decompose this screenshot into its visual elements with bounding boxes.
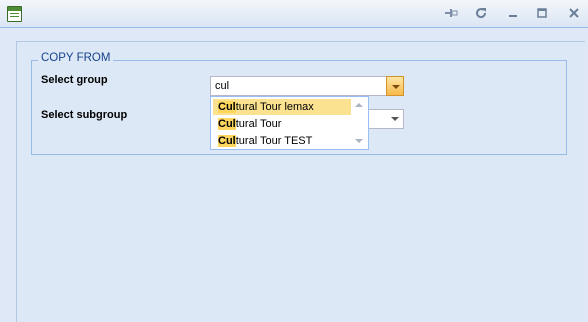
select-group-trigger[interactable] — [386, 76, 404, 96]
scroll-down-icon[interactable] — [355, 139, 363, 143]
option-rest-text: tural Tour lemax — [235, 101, 314, 113]
dropdown-option[interactable]: Cultural Tour — [213, 116, 351, 132]
scroll-up-icon[interactable] — [355, 103, 363, 107]
dropdown-option[interactable]: Cultural Tour lemax — [213, 99, 351, 115]
select-group-combo[interactable] — [210, 76, 404, 96]
chevron-down-icon — [392, 85, 400, 89]
pin-icon[interactable] — [443, 5, 459, 21]
option-rest-text: tural Tour TEST — [235, 135, 313, 147]
minimize-icon[interactable] — [505, 5, 521, 21]
maximize-icon[interactable] — [534, 5, 550, 21]
chevron-down-icon — [391, 117, 399, 121]
select-group-input[interactable] — [211, 77, 379, 95]
dropdown-option[interactable]: Cultural Tour TEST — [213, 133, 351, 149]
option-match-text: Cul — [218, 135, 236, 147]
fieldset-legend: COPY FROM — [38, 52, 114, 64]
close-icon[interactable] — [566, 5, 582, 21]
select-subgroup-trigger[interactable] — [386, 109, 404, 129]
option-match-text: Cul — [218, 118, 236, 130]
window-titlebar — [0, 0, 588, 28]
group-dropdown-list: Cultural Tour lemax Cultural Tour Cultur… — [210, 96, 369, 150]
select-group-label: Select group — [41, 74, 108, 86]
window-body: COPY FROM — [0, 28, 588, 322]
app-form-icon — [7, 6, 22, 22]
refresh-icon[interactable] — [473, 5, 489, 21]
select-subgroup-label: Select subgroup — [41, 109, 128, 121]
dropdown-scrollbar[interactable] — [352, 99, 366, 147]
option-rest-text: tural Tour — [235, 118, 282, 130]
option-match-text: Cul — [218, 101, 236, 113]
